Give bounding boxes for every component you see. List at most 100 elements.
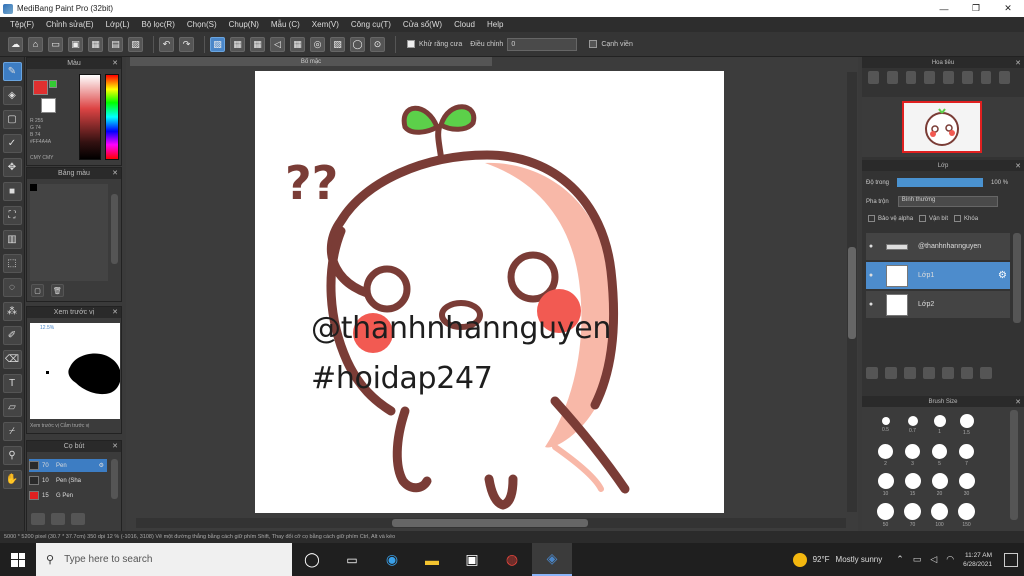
menu-select[interactable]: Chọn(S) [181,20,223,29]
taskbar-search[interactable]: ⚲ Type here to search [36,543,292,576]
select-tool-icon[interactable]: ⬚ [2,254,22,273]
actual-size-icon[interactable] [924,71,935,84]
close-icon[interactable]: ✕ [1015,59,1021,67]
navigator-viewport-frame[interactable] [902,101,982,153]
copy-brush-icon[interactable] [51,513,65,525]
rotate-left-icon[interactable] [943,71,954,84]
bucket-tool-icon[interactable]: ⛶ [2,206,22,225]
menu-cloud[interactable]: Cloud [448,20,481,29]
brush-size-option[interactable]: 150 [953,500,980,530]
pen-tool-icon[interactable]: ✎ [2,62,22,81]
background-color-swatch[interactable] [41,98,56,113]
menu-filter[interactable]: Bộ lọc(R) [136,20,181,29]
brush-scrollbar[interactable] [111,459,118,499]
new-halftone-layer-icon[interactable] [885,367,897,379]
layer-menu-icon[interactable] [980,367,992,379]
eye-icon[interactable]: ● [866,301,876,308]
add-brush-icon[interactable] [31,513,45,525]
close-button[interactable]: ✕ [992,0,1024,17]
notification-icon[interactable] [1004,552,1018,567]
brush-size-option[interactable]: 5 [926,440,953,470]
brush-size-option[interactable]: 10 [872,470,899,500]
text-tool-icon[interactable]: T [2,374,22,393]
edge-icon[interactable]: ◉ [372,543,412,576]
brush-size-option[interactable]: 20 [926,470,953,500]
menu-window[interactable]: Cửa sổ(W) [397,20,448,29]
merge-layer-icon[interactable] [923,367,935,379]
eraser-tool-icon[interactable]: ◈ [2,86,22,105]
snap-circle-icon[interactable]: ◎ [310,36,325,52]
palette-area[interactable] [30,184,108,281]
brush-item-g-pen[interactable]: 15 G Pen [29,489,107,502]
brush-size-option[interactable]: 1 [926,410,953,440]
opacity-slider[interactable] [897,178,984,187]
foreground-color-swatch[interactable] [33,80,48,95]
layout-icon[interactable]: ▤ [108,36,123,52]
snap-off-icon[interactable]: ▨ [210,36,225,52]
close-icon[interactable]: ✕ [1015,398,1021,406]
brush-size-option[interactable]: 15 [899,470,926,500]
close-icon[interactable]: ✕ [112,169,118,177]
snap-vanish-icon[interactable]: ◁ [270,36,285,52]
close-icon[interactable]: ✕ [112,59,118,67]
vertical-scrollbar[interactable] [847,72,857,512]
brush-size-option[interactable]: 50 [872,500,899,530]
lock-checkbox[interactable] [954,215,962,222]
close-icon[interactable]: ✕ [112,308,118,316]
zoom-tool-icon[interactable]: ⚲ [2,446,22,465]
menu-snap[interactable]: Chụp(N) [223,20,265,29]
cloud-icon[interactable]: ☁ [8,36,23,52]
fill-rect-tool-icon[interactable]: ■ [2,182,22,201]
brush-size-option[interactable]: 30 [953,470,980,500]
correction-select[interactable]: 0 [507,37,578,51]
magic-wand-tool-icon[interactable]: ⁂ [2,302,22,321]
medibang-taskbar-icon[interactable]: ◈ [532,543,572,576]
flip-icon[interactable] [980,71,992,84]
undo-icon[interactable]: ↶ [159,36,174,52]
reset-icon[interactable] [999,71,1010,84]
fit-window-icon[interactable] [905,71,917,84]
layer-scrollbar[interactable] [1013,233,1021,323]
maximize-button[interactable]: ❐ [960,0,992,17]
gear-icon[interactable]: ⚙ [99,462,104,469]
snap-cross-icon[interactable]: ▦ [250,36,265,52]
menu-edit[interactable]: Chỉnh sửa(E) [40,20,100,29]
clock[interactable]: 11:27 AM 6/28/2021 [963,551,992,569]
eyedropper-tool-icon[interactable]: ⌿ [2,422,22,441]
select-pen-tool-icon[interactable]: ✐ [2,326,22,345]
brush-size-option[interactable]: 2 [872,440,899,470]
edge-checkbox[interactable] [589,40,598,48]
menu-view[interactable]: Xem(V) [306,20,345,29]
brush-item-pen-shading[interactable]: 10 Pen (Sha [29,474,107,487]
preview-canvas[interactable]: 12.5% [30,323,120,419]
select-eraser-tool-icon[interactable]: ⌫ [2,350,22,369]
new-layer-icon[interactable] [866,367,878,379]
layer-item-layer2[interactable]: ● Lớp2 [866,291,1010,319]
drawing-canvas[interactable]: ?? @thanhnhannguyen #hoidap247 [255,71,724,513]
vertical-scroll-thumb[interactable] [848,247,856,339]
zoom-in-icon[interactable] [868,71,879,84]
preview-tabs[interactable]: Xem trước vị Cắm trước vị [30,423,89,429]
brush-item-pen[interactable]: 70 Pen ⚙ [29,459,107,472]
document-tab[interactable]: Bố mặc [130,57,492,66]
brush-settings-icon[interactable] [71,513,85,525]
task-view-icon[interactable]: ▭ [332,543,372,576]
brush-size-option[interactable]: 0.7 [899,410,926,440]
folder-icon[interactable] [942,367,954,379]
dot-tool-icon[interactable]: ▢ [2,110,22,129]
clipping-checkbox[interactable] [919,215,927,222]
crop-icon[interactable]: ▨ [128,36,143,52]
layer-item-layer1[interactable]: ● Lớp1 ⚙ [866,262,1010,290]
minimize-button[interactable]: — [928,0,960,17]
cortana-icon[interactable]: ◯ [292,543,332,576]
rotate-right-icon[interactable] [961,71,973,84]
chat-icon[interactable]: ▭ [48,36,63,52]
horizontal-scrollbar[interactable] [136,518,846,528]
start-button[interactable] [0,543,36,576]
chevron-up-icon[interactable]: ⌃ [896,554,904,565]
wifi-icon[interactable]: ◠ [946,554,954,565]
snap-parallel-icon[interactable]: ▦ [230,36,245,52]
menu-tools[interactable]: Công cụ(T) [345,20,397,29]
snap-settings-icon[interactable]: ⊙ [370,36,385,52]
lasso-tool-icon[interactable]: ◌ [2,278,22,297]
